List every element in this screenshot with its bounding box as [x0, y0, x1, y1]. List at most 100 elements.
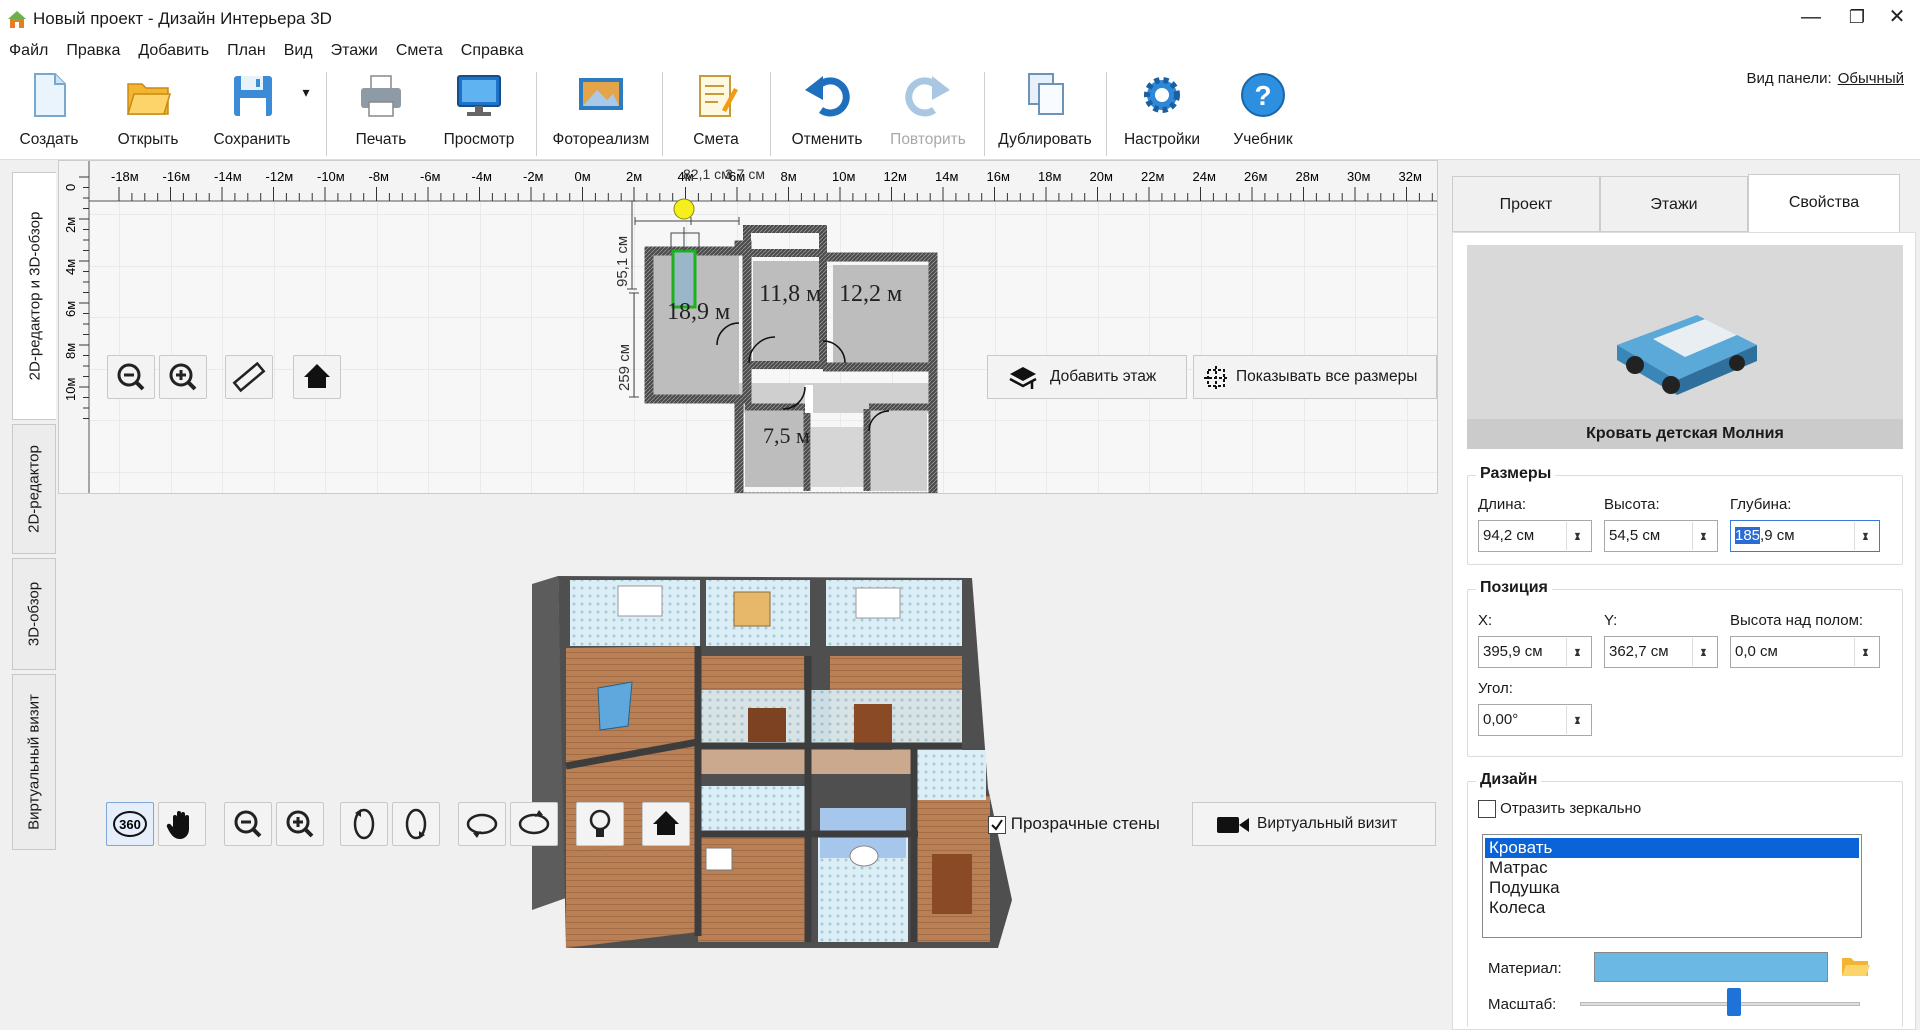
- open-button[interactable]: Открыть: [108, 70, 188, 149]
- add-floor-button[interactable]: Добавить этаж: [987, 355, 1187, 399]
- ruler-top-label: -8м: [369, 169, 390, 184]
- photoreal-button[interactable]: Фотореализм: [546, 70, 656, 149]
- mirror-checkbox[interactable]: [1478, 800, 1496, 819]
- scale-slider-track[interactable]: [1580, 1002, 1860, 1006]
- settings-button[interactable]: Настройки: [1116, 70, 1208, 149]
- undo-label: Отменить: [791, 131, 863, 148]
- y-spinner[interactable]: [1692, 636, 1716, 668]
- preview-button[interactable]: Просмотр: [434, 70, 524, 149]
- material-color-swatch[interactable]: [1594, 952, 1828, 982]
- mirror-toggle[interactable]: Отразить зеркально: [1478, 800, 1641, 819]
- plan-canvas[interactable]: -18м -16м -14м -12м -10м -8м -6м -4м -2м 0м 2м 4м 6м…: [59, 161, 1438, 494]
- length-input[interactable]: 94,2 см: [1478, 520, 1592, 552]
- depth-input[interactable]: 185,9 см: [1730, 520, 1880, 552]
- plan-2d-editor[interactable]: -18м -16м -14м -12м -10м -8м -6м -4м -2м 0м 2м 4м 6м…: [58, 160, 1438, 494]
- transparent-walls-checkbox[interactable]: [988, 815, 1006, 834]
- tilt-up-button[interactable]: [458, 802, 506, 846]
- print-button[interactable]: Печать: [342, 70, 420, 149]
- close-button[interactable]: ✕: [1874, 0, 1920, 36]
- tab-project[interactable]: Проект: [1452, 176, 1600, 232]
- height-input[interactable]: 54,5 см: [1604, 520, 1718, 552]
- estimate-button[interactable]: Смета: [680, 70, 752, 149]
- gear-icon: [1144, 77, 1180, 113]
- tutorial-button[interactable]: ? Учебник: [1222, 70, 1304, 149]
- tab-properties[interactable]: Свойства: [1748, 174, 1900, 234]
- panel-view-link[interactable]: Обычный: [1838, 70, 1904, 87]
- depth-label: Глубина:: [1730, 496, 1792, 513]
- folder-icon[interactable]: [1840, 954, 1870, 978]
- scale-slider-thumb[interactable]: [1727, 988, 1741, 1016]
- y-label: Y:: [1604, 612, 1618, 629]
- menu-file[interactable]: Файл: [0, 38, 57, 64]
- x-input[interactable]: 395,9 см: [1478, 636, 1592, 668]
- tab-2d-3d[interactable]: 2D-редактор и 3D-обзор: [12, 172, 56, 420]
- pan-button[interactable]: [158, 802, 206, 846]
- height-spinner[interactable]: [1692, 520, 1716, 552]
- save-dropdown-icon[interactable]: ▾: [298, 84, 314, 101]
- part-item-pillow[interactable]: Подушка: [1483, 878, 1861, 898]
- tab-3d[interactable]: 3D-обзор: [12, 558, 56, 670]
- sizes-title: Размеры: [1476, 465, 1556, 483]
- estimate-label: Смета: [693, 131, 739, 148]
- redo-icon: [905, 76, 950, 117]
- ruler-tool-button[interactable]: [225, 355, 273, 399]
- orbit-360-button[interactable]: 360: [106, 802, 154, 846]
- app-icon: [8, 11, 26, 28]
- tab-virtual-visit[interactable]: Виртуальный визит: [12, 674, 56, 850]
- view-3d[interactable]: 360 Прозрачные стены Виртуальный визит: [58, 496, 1438, 1030]
- lightbulb-icon: [589, 809, 611, 837]
- transparent-walls-toggle[interactable]: Прозрачные стены: [988, 814, 1160, 834]
- part-item-mattress[interactable]: Матрас: [1483, 858, 1861, 878]
- undo-button[interactable]: Отменить: [782, 70, 872, 149]
- angle-input[interactable]: 0,00°: [1478, 704, 1592, 736]
- zoom-in-3d-button[interactable]: [276, 802, 324, 846]
- depth-spinner[interactable]: [1854, 520, 1878, 552]
- zoom-in-icon: [286, 810, 314, 838]
- check-icon: [991, 818, 1003, 831]
- angle-spinner[interactable]: [1566, 704, 1590, 736]
- rotate-right-button[interactable]: [392, 802, 440, 846]
- menu-help[interactable]: Справка: [452, 38, 533, 64]
- menu-estimate[interactable]: Смета: [387, 38, 452, 64]
- create-button[interactable]: Создать: [10, 70, 88, 149]
- preview-label: Просмотр: [443, 131, 515, 148]
- menu-add[interactable]: Добавить: [129, 38, 218, 64]
- dim-top-label: 82,1 см: [683, 166, 731, 182]
- part-item-bed[interactable]: Кровать: [1485, 838, 1859, 858]
- position-title: Позиция: [1476, 579, 1552, 597]
- zoom-in-2d-button[interactable]: [159, 355, 207, 399]
- lighting-button[interactable]: [576, 802, 624, 846]
- x-spinner[interactable]: [1566, 636, 1590, 668]
- tilt-down-button[interactable]: [510, 802, 558, 846]
- tab-floors[interactable]: Этажи: [1600, 176, 1748, 232]
- show-dimensions-button[interactable]: Показывать все размеры: [1193, 355, 1437, 399]
- rotate-left-button[interactable]: [340, 802, 388, 846]
- menu-edit[interactable]: Правка: [57, 38, 129, 64]
- minimize-button[interactable]: —: [1788, 0, 1834, 36]
- part-item-wheels[interactable]: Колеса: [1483, 898, 1861, 918]
- ruler-left-label: 4м: [63, 259, 78, 275]
- zoom-out-3d-button[interactable]: [224, 802, 272, 846]
- tab-2d[interactable]: 2D-редактор: [12, 424, 56, 554]
- home-3d-button[interactable]: [642, 802, 690, 846]
- parts-list[interactable]: Кровать Матрас Подушка Колеса: [1482, 834, 1862, 938]
- redo-button[interactable]: Повторить: [878, 70, 978, 149]
- show-dimensions-label: Показывать все размеры: [1236, 368, 1418, 385]
- floor-height-input[interactable]: 0,0 см: [1730, 636, 1880, 668]
- view-mode-tabs: 2D-редактор и 3D-обзор 2D-редактор 3D-об…: [0, 160, 58, 1030]
- zoom-out-2d-button[interactable]: [107, 355, 155, 399]
- menu-view[interactable]: Вид: [275, 38, 322, 64]
- rotate-360-icon: 360: [113, 811, 147, 837]
- duplicate-button[interactable]: Дублировать: [992, 70, 1098, 149]
- y-input[interactable]: 362,7 см: [1604, 636, 1718, 668]
- menu-floors[interactable]: Этажи: [322, 38, 387, 64]
- length-spinner[interactable]: [1566, 520, 1590, 552]
- virtual-visit-button[interactable]: Виртуальный визит: [1192, 802, 1436, 846]
- model-3d-canvas[interactable]: [58, 496, 1438, 966]
- scale-label: Масштаб:: [1488, 996, 1557, 1013]
- zoom-in-icon: [169, 363, 197, 391]
- save-button[interactable]: Сохранить: [204, 70, 300, 149]
- floor-height-spinner[interactable]: [1854, 636, 1878, 668]
- menu-plan[interactable]: План: [218, 38, 275, 64]
- home-2d-button[interactable]: [293, 355, 341, 399]
